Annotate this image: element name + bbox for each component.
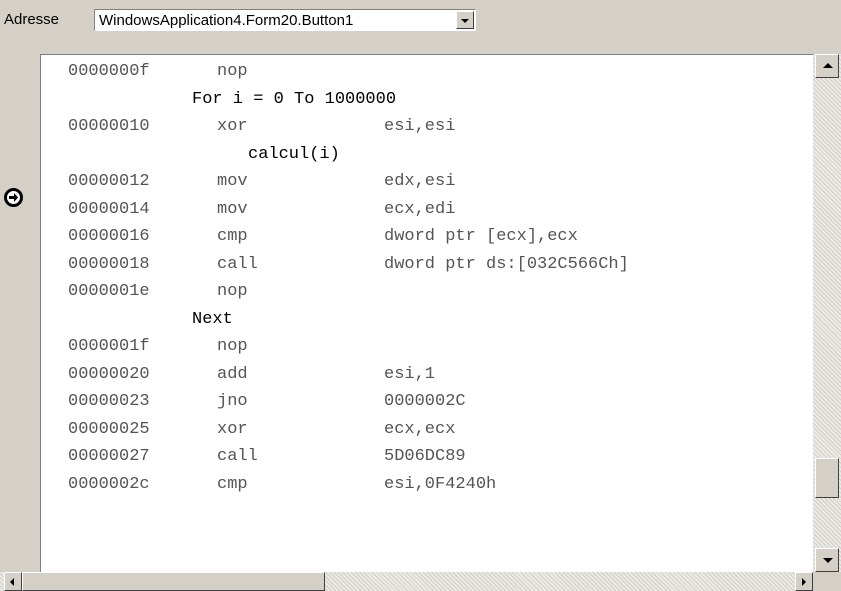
arrow-down-icon bbox=[823, 558, 833, 563]
asm-opcode: nop bbox=[217, 62, 248, 81]
address-combobox[interactable]: WindowsApplication4.Form20.Button1 bbox=[94, 9, 476, 31]
asm-opcode: xor bbox=[217, 420, 248, 439]
asm-address: 00000014 bbox=[68, 200, 150, 219]
asm-operands: dword ptr ds:[032C566Ch] bbox=[384, 255, 629, 274]
asm-operands: ecx,edi bbox=[384, 200, 456, 219]
asm-opcode: nop bbox=[217, 282, 248, 301]
scrollbar-corner bbox=[813, 572, 841, 591]
asm-opcode: jno bbox=[217, 392, 248, 411]
asm-opcode: mov bbox=[217, 200, 248, 219]
asm-opcode: nop bbox=[217, 337, 248, 356]
scroll-left-button[interactable] bbox=[4, 572, 22, 591]
asm-address: 00000018 bbox=[68, 255, 150, 274]
source-text: calcul(i) bbox=[248, 145, 340, 164]
horizontal-scroll-thumb[interactable] bbox=[22, 572, 325, 591]
chevron-down-icon bbox=[461, 19, 469, 23]
asm-opcode: xor bbox=[217, 117, 248, 136]
asm-opcode: cmp bbox=[217, 227, 248, 246]
address-value: WindowsApplication4.Form20.Button1 bbox=[99, 12, 354, 29]
asm-opcode: mov bbox=[217, 172, 248, 191]
scroll-down-button[interactable] bbox=[815, 548, 839, 572]
breakpoint-gutter[interactable] bbox=[0, 54, 40, 572]
asm-operands: edx,esi bbox=[384, 172, 456, 191]
asm-opcode: call bbox=[217, 447, 258, 466]
asm-address: 0000002c bbox=[68, 475, 150, 494]
asm-address: 00000023 bbox=[68, 392, 150, 411]
asm-address: 00000010 bbox=[68, 117, 150, 136]
asm-opcode: add bbox=[217, 365, 248, 384]
asm-operands: ecx,ecx bbox=[384, 420, 456, 439]
arrow-left-icon bbox=[10, 578, 14, 586]
arrow-right-circle-icon bbox=[4, 188, 23, 207]
asm-operands: 0000002C bbox=[384, 392, 466, 411]
asm-address: 00000027 bbox=[68, 447, 150, 466]
asm-address: 0000000f bbox=[68, 62, 150, 81]
horizontal-scrollbar[interactable] bbox=[0, 572, 813, 591]
address-toolbar: Adresse WindowsApplication4.Form20.Butto… bbox=[0, 0, 841, 38]
asm-address: 00000020 bbox=[68, 365, 150, 384]
address-label: Adresse bbox=[4, 11, 60, 28]
asm-operands: esi,esi bbox=[384, 117, 456, 136]
asm-address: 00000025 bbox=[68, 420, 150, 439]
scroll-right-button[interactable] bbox=[795, 572, 813, 591]
arrow-right-icon bbox=[802, 578, 806, 586]
asm-address: 00000012 bbox=[68, 172, 150, 191]
asm-operands: esi,1 bbox=[384, 365, 436, 384]
asm-address: 0000001e bbox=[68, 282, 150, 301]
source-text: Next bbox=[192, 310, 233, 329]
vertical-scrollbar[interactable] bbox=[813, 54, 841, 572]
asm-address: 0000001f bbox=[68, 337, 150, 356]
asm-operands: 5D06DC89 bbox=[384, 447, 466, 466]
asm-opcode: cmp bbox=[217, 475, 248, 494]
asm-operands: dword ptr [ecx],ecx bbox=[384, 227, 578, 246]
asm-operands: esi,0F4240h bbox=[384, 475, 497, 494]
arrow-up-icon bbox=[823, 63, 833, 68]
scroll-up-button[interactable] bbox=[815, 54, 839, 78]
disassembly-view[interactable]: 0000000f nop For i = 0 To 1000000 00000010 x… bbox=[40, 54, 813, 572]
vertical-scroll-thumb[interactable] bbox=[815, 458, 839, 498]
source-text: For i = 0 To 1000000 bbox=[192, 90, 397, 109]
asm-opcode: call bbox=[217, 255, 258, 274]
asm-address: 00000016 bbox=[68, 227, 150, 246]
address-dropdown-button[interactable] bbox=[456, 11, 474, 29]
